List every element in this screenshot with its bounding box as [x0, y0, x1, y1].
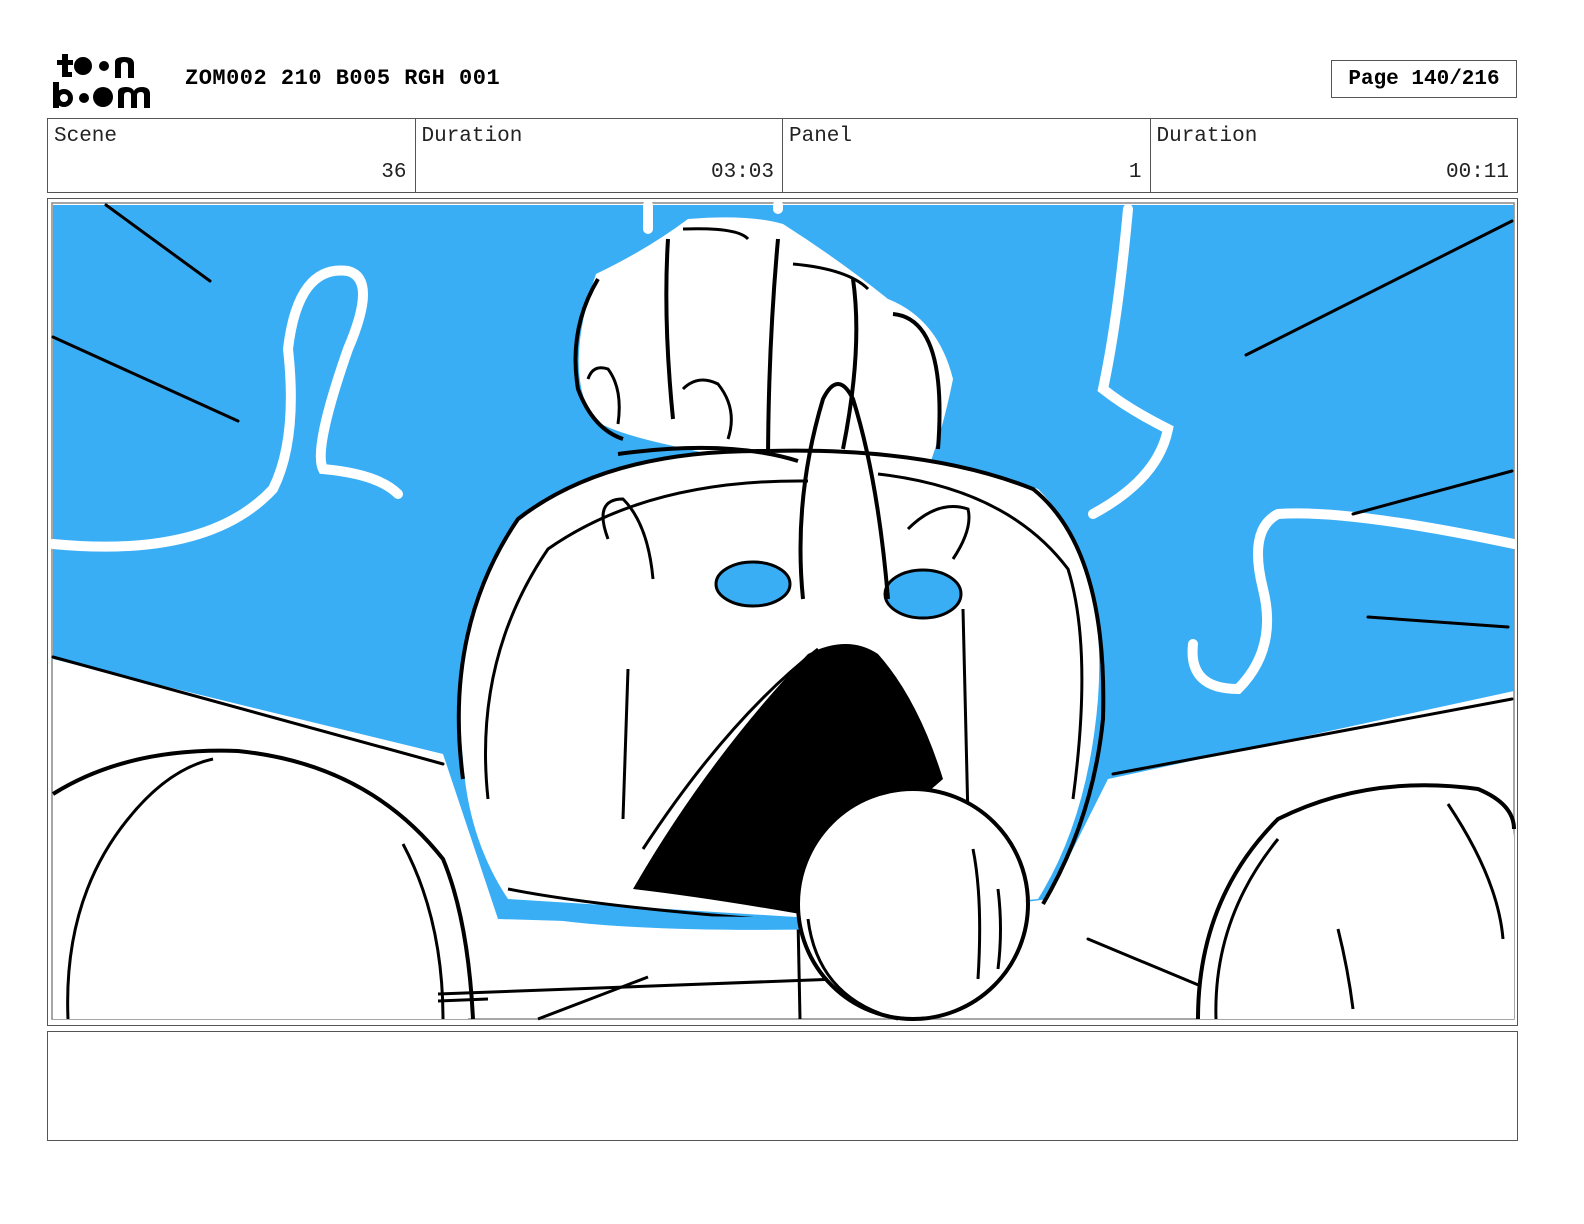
logo-mark: [53, 54, 150, 108]
scene-value: 36: [381, 161, 407, 184]
scene-label: Scene: [54, 125, 118, 148]
toon-boom-logo: toon boom: [52, 50, 164, 114]
scene-cell: Scene 36: [48, 119, 416, 192]
scene-duration-label: Duration: [421, 125, 523, 148]
panel-sketch: [48, 200, 1517, 1021]
panel-label: Panel: [789, 125, 853, 148]
ground-lines: [437, 918, 839, 1021]
panel-info-grid: Scene 36 Duration 03:03 Panel 1 Duration…: [47, 118, 1518, 193]
scene-duration-cell: Duration 03:03: [416, 119, 783, 192]
ball: [796, 787, 1030, 1021]
panel-duration-value: 00:11: [1445, 161, 1509, 184]
page-indicator: Page 140/216: [1331, 60, 1517, 98]
panel-value: 1: [1128, 161, 1142, 184]
page-label: Page 140/216: [1348, 67, 1500, 91]
panel-duration-label: Duration: [1156, 125, 1258, 148]
left-bumper: [51, 748, 475, 1020]
panel-duration-cell: Duration 00:11: [1151, 119, 1518, 192]
panel-notes-box: [47, 1031, 1518, 1141]
project-code: ZOM002 210 B005 RGH 001: [185, 66, 501, 91]
right-bumper: [1196, 781, 1516, 1020]
panel-cell: Panel 1: [783, 119, 1151, 192]
storyboard-panel: [47, 198, 1518, 1026]
scene-duration-value: 03:03: [710, 161, 774, 184]
